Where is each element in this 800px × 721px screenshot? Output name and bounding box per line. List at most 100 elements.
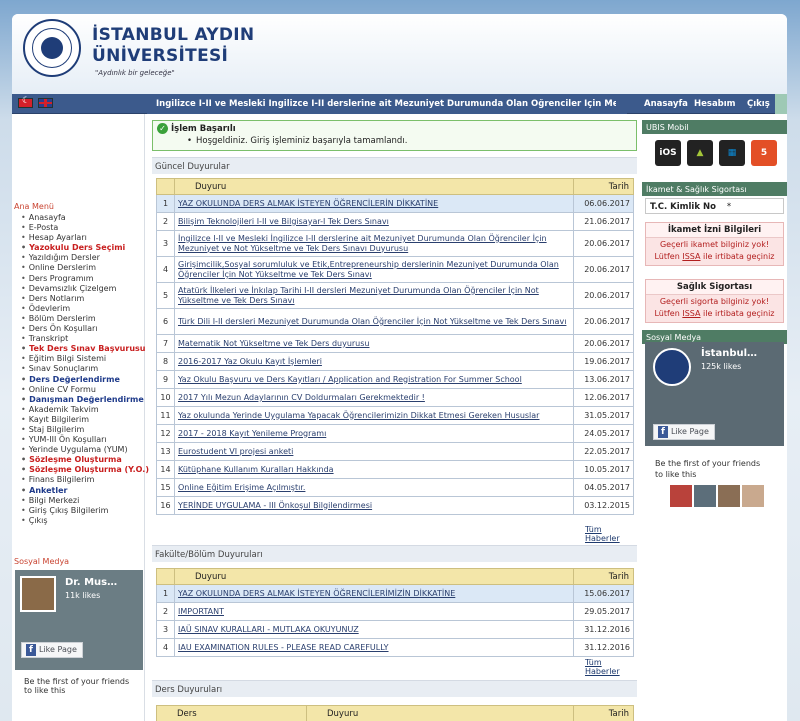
sidebar-item[interactable]: Anketler <box>21 486 149 496</box>
row-number: 15 <box>156 478 175 497</box>
sidebar-item[interactable]: Yazokulu Ders Seçimi <box>21 243 149 253</box>
check-icon: ✓ <box>157 123 168 134</box>
sidebar-item[interactable]: Yerinde Uygulama (YUM) <box>21 445 149 455</box>
announcement-link[interactable]: Eurostudent VI projesi anketi <box>174 442 574 461</box>
sidebar-item[interactable]: Bilgi Merkezi <box>21 496 149 506</box>
android-app-icon[interactable]: ▲ <box>687 140 713 166</box>
announcement-link[interactable]: Bilişim Teknolojileri I-II ve Bilgisayar… <box>174 212 574 231</box>
announcement-link[interactable]: Girişimcilik,Sosyal sorumluluk ve Etik,E… <box>174 256 574 283</box>
announcement-link[interactable]: IAU EXAMINATION RULES - PLEASE READ CARE… <box>174 638 574 657</box>
english-flag-icon[interactable] <box>38 98 53 108</box>
sidebar-item[interactable]: Giriş Çıkış Bilgilerim <box>21 506 149 516</box>
sidebar-item[interactable]: Devamsızlık Çizelgem <box>21 284 149 294</box>
like-page-button[interactable]: Like Page <box>21 642 83 658</box>
announcement-link[interactable]: YAZ OKULUNDA DERS ALMAK İSTEYEN ÖĞRENCİL… <box>174 584 574 603</box>
turkish-flag-icon[interactable] <box>18 96 33 108</box>
sidebar-item[interactable]: YUM-III Ön Koşulları <box>21 435 149 445</box>
friend-avatar[interactable] <box>694 485 716 507</box>
sidebar-item[interactable]: Danışman Değerlendirme <box>21 395 149 405</box>
sidebar-item[interactable]: Ders Ön Koşulları <box>21 324 149 334</box>
announcement-link[interactable]: Yaz Okulu Başvuru ve Ders Kayıtları / Ap… <box>174 370 574 389</box>
all-news-link[interactable]: Tüm Haberler <box>585 525 637 543</box>
row-number: 7 <box>156 334 175 353</box>
sidebar-item[interactable]: Online CV Formu <box>21 385 149 395</box>
sidebar-item[interactable]: Çıkış <box>21 516 149 526</box>
announcement-link[interactable]: Online Eğitim Erişime Açılmıştır. <box>174 478 574 497</box>
sidebar-item[interactable]: Akademik Takvim <box>21 405 149 415</box>
announcement-date: 20.06.2017 <box>573 308 634 335</box>
faculty-all-news-link[interactable]: Tüm Haberler <box>585 658 637 676</box>
announcement-ticker[interactable]: İngilizce I-II ve Mesleki İngilizce I-II… <box>156 99 616 109</box>
windows-app-icon[interactable]: ▦ <box>719 140 745 166</box>
sidebar-item[interactable]: Anasayfa <box>21 213 149 223</box>
facebook-widget[interactable]: Dr. Mus… 11k likes Like Page <box>15 570 143 670</box>
announcement-link[interactable]: YAZ OKULUNDA DERS ALMAK İSTEYEN ÖĞRENCİL… <box>174 194 574 213</box>
friend-avatar[interactable] <box>718 485 740 507</box>
fb-page-name[interactable]: Dr. Mus… <box>65 577 117 588</box>
announcement-link[interactable]: İngilizce I-II ve Mesleki İngilizce I-II… <box>174 230 574 257</box>
sidebar-item[interactable]: Yazıldığım Dersler <box>21 253 149 263</box>
col-date: Tarih <box>573 705 634 721</box>
table-row: 6 Türk Dili I-II dersleri Mezuniyet Durum… <box>156 308 634 335</box>
university-logo[interactable] <box>23 19 81 77</box>
sidebar-item[interactable]: Tek Ders Sınav Başvurusu <box>21 344 149 354</box>
sidebar-item[interactable]: Ödevlerim <box>21 304 149 314</box>
sidebar-item[interactable]: Ders Değerlendirme <box>21 375 149 385</box>
announcement-link[interactable]: Atatürk İlkeleri ve İnkılap Tarihi I-II … <box>174 282 574 309</box>
table-row: 1 YAZ OKULUNDA DERS ALMAK İSTEYEN ÖĞRENCİ… <box>156 584 634 603</box>
announcement-date: 31.12.2016 <box>573 638 634 657</box>
table-row: 3 IAÜ SINAV KURALLARI - MUTLAKA OKUYUNUZ 3… <box>156 620 634 639</box>
announcement-link[interactable]: 2017 - 2018 Kayıt Yenileme Programı <box>174 424 574 443</box>
table-row: 13 Eurostudent VI projesi anketi 22.05.201… <box>156 442 634 461</box>
announcement-link[interactable]: Türk Dili I-II dersleri Mezuniyet Durumu… <box>174 308 574 335</box>
fb-page-name[interactable]: İstanbul… <box>701 348 757 359</box>
sidebar-item[interactable]: Bölüm Derslerim <box>21 314 149 324</box>
html5-app-icon[interactable]: 5 <box>751 140 777 166</box>
announcement-link[interactable]: 2016-2017 Yaz Okulu Kayıt İşlemleri <box>174 352 574 371</box>
announcement-link[interactable]: Matematik Not Yükseltme ve Tek Ders duyu… <box>174 334 574 353</box>
announcement-date: 21.06.2017 <box>573 212 634 231</box>
health-line2: Lütfen ISSA ile irtibata geçiniz <box>654 309 775 318</box>
sidebar-item[interactable]: Kayıt Bilgilerim <box>21 415 149 425</box>
friend-avatar[interactable] <box>742 485 764 507</box>
sidebar-item[interactable]: Online Derslerim <box>21 263 149 273</box>
sidebar-item[interactable]: Sınav Sonuçlarım <box>21 364 149 374</box>
facebook-widget[interactable]: İstanbul… 125k likes Like Page <box>645 342 784 446</box>
sidebar-item[interactable]: Staj Bilgilerim <box>21 425 149 435</box>
tc-id-value: * <box>726 202 732 212</box>
col-course: Ders <box>156 705 307 721</box>
sidebar-item[interactable]: Transkript <box>21 334 149 344</box>
announcement-link[interactable]: 2017 Yılı Mezun Adaylarının CV Doldurmal… <box>174 388 574 407</box>
sidebar-item[interactable]: Sözleşme Oluşturma (Y.O.) <box>21 465 149 475</box>
announcement-link[interactable]: Kütüphane Kullanım Kuralları Hakkında <box>174 460 574 479</box>
university-logo-icon <box>653 348 691 386</box>
announcement-link[interactable]: YERİNDE UYGULAMA - III Önkoşul Bilgilend… <box>174 496 574 515</box>
friend-avatar[interactable] <box>670 485 692 507</box>
sidebar-item[interactable]: Hesap Ayarları <box>21 233 149 243</box>
sidebar-item[interactable]: E-Posta <box>21 223 149 233</box>
col-title: Duyuru <box>174 178 574 195</box>
row-number: 16 <box>156 496 175 515</box>
sidebar-item[interactable]: Ders Notlarım <box>21 294 149 304</box>
announcement-link[interactable]: IAÜ SINAV KURALLARI - MUTLAKA OKUYUNUZ <box>174 620 574 639</box>
sidebar-item[interactable]: Finans Bilgilerim <box>21 475 149 485</box>
sidebar-item[interactable]: Ders Programım <box>21 274 149 284</box>
alert-title: İşlem Başarılı <box>171 124 236 134</box>
col-title: Duyuru <box>306 705 574 721</box>
table-row: 4 IAU EXAMINATION RULES - PLEASE READ CAR… <box>156 638 634 657</box>
ios-app-icon[interactable]: iOS <box>655 140 681 166</box>
row-number: 10 <box>156 388 175 407</box>
left-sidebar: Ana Menü AnasayfaE-PostaHesap AyarlarıYa… <box>12 114 149 721</box>
tc-id-field: T.C. Kimlik No * <box>645 198 784 214</box>
sidebar-item[interactable]: Sözleşme Oluşturma <box>21 455 149 465</box>
issa-link[interactable]: ISSA <box>682 309 700 318</box>
nav-logout-link[interactable]: Çıkış <box>747 99 770 109</box>
table-row: 5 Atatürk İlkeleri ve İnkılap Tarihi I-II… <box>156 282 634 309</box>
announcement-link[interactable]: Yaz okulunda Yerinde Uygulama Yapacak Öğ… <box>174 406 574 425</box>
announcement-link[interactable]: IMPORTANT <box>174 602 574 621</box>
sidebar-item[interactable]: Eğitim Bilgi Sistemi <box>21 354 149 364</box>
issa-link[interactable]: ISSA <box>682 252 700 261</box>
nav-account-link[interactable]: Hesabım <box>694 99 736 109</box>
nav-home-link[interactable]: Anasayfa <box>644 99 688 109</box>
like-page-button[interactable]: Like Page <box>653 424 715 440</box>
